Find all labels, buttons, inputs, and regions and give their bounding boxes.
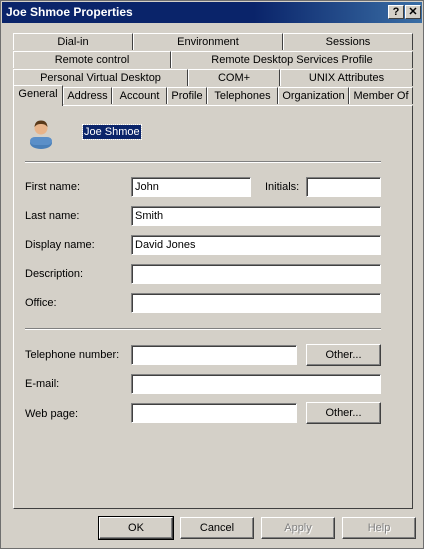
description-field[interactable] [131, 264, 381, 284]
email-label: E-mail: [25, 378, 60, 390]
tab-sessions[interactable]: Sessions [283, 33, 413, 50]
tab-profile[interactable]: Profile [167, 87, 207, 104]
properties-window: Joe Shmoe Properties ? ✕ Dial-in Environ… [0, 0, 424, 549]
apply-button[interactable]: Apply [261, 517, 335, 539]
close-icon[interactable]: ✕ [405, 5, 421, 19]
webpage-field[interactable] [131, 403, 297, 423]
display-name-field[interactable] [131, 235, 381, 255]
tab-general[interactable]: General [13, 85, 63, 106]
display-name-label: Display name: [25, 239, 95, 251]
last-name-label: Last name: [25, 210, 80, 222]
user-icon [30, 120, 52, 149]
tab-address[interactable]: Address [63, 87, 112, 104]
last-name-field[interactable] [131, 206, 381, 226]
description-label: Description: [25, 268, 84, 280]
initials-field[interactable] [306, 177, 381, 197]
help-title-button[interactable]: ? [388, 5, 404, 19]
tab-dial-in[interactable]: Dial-in [13, 33, 133, 50]
first-name-field[interactable] [131, 177, 251, 197]
telephone-field[interactable] [131, 345, 297, 365]
cancel-button[interactable]: Cancel [180, 517, 254, 539]
tab-environment[interactable]: Environment [133, 33, 283, 50]
tab-account[interactable]: Account [112, 87, 167, 104]
first-name-label: First name: [25, 181, 81, 193]
tab-unix-attributes[interactable]: UNIX Attributes [280, 69, 413, 86]
tab-remote-desktop-services-profile[interactable]: Remote Desktop Services Profile [171, 51, 413, 68]
webpage-other-button[interactable]: Other... [306, 402, 381, 424]
help-button[interactable]: Help [342, 517, 416, 539]
title-bar[interactable]: Joe Shmoe Properties ? ✕ [2, 2, 422, 23]
webpage-label: Web page: [25, 408, 79, 420]
tab-organization[interactable]: Organization [278, 87, 349, 104]
email-field[interactable] [131, 374, 381, 394]
ok-button[interactable]: OK [98, 516, 174, 540]
telephone-other-button[interactable]: Other... [306, 344, 381, 366]
tab-telephones[interactable]: Telephones [207, 87, 278, 104]
tab-member-of[interactable]: Member Of [349, 87, 413, 104]
separator-1 [25, 161, 381, 163]
office-label: Office: [25, 297, 57, 309]
telephone-label: Telephone number: [25, 349, 120, 361]
tab-personal-virtual-desktop[interactable]: Personal Virtual Desktop [13, 69, 188, 86]
tab-remote-control[interactable]: Remote control [13, 51, 171, 68]
separator-2 [25, 328, 381, 330]
office-field[interactable] [131, 293, 381, 313]
tab-com-plus[interactable]: COM+ [188, 69, 280, 86]
user-display-name: Joe Shmoe [82, 124, 142, 140]
initials-label: Initials: [265, 181, 300, 193]
window-title: Joe Shmoe Properties [6, 5, 133, 19]
